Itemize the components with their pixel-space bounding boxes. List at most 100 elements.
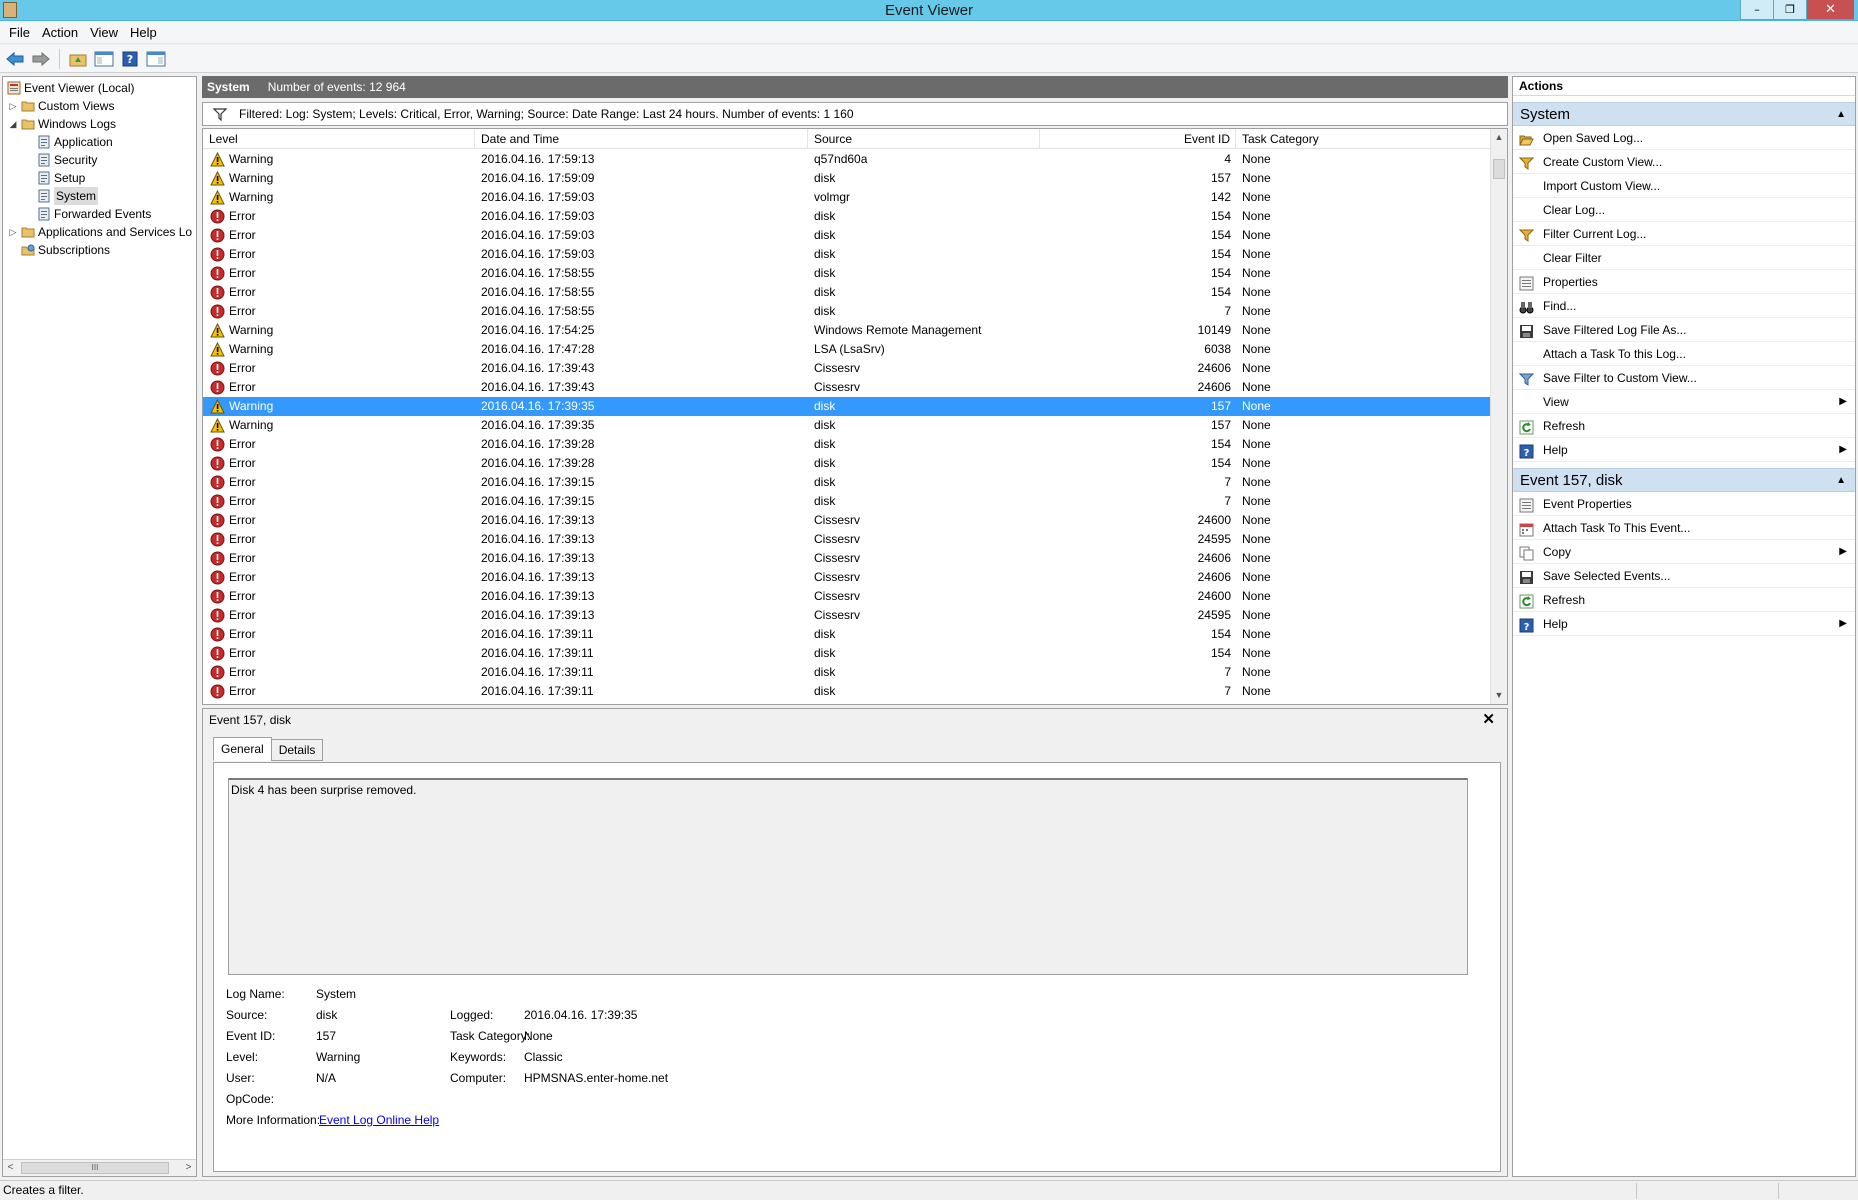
action-properties[interactable]: Properties — [1513, 270, 1855, 294]
event-row[interactable]: Warning 2016.04.16. 17:59:13 q57nd60a 4 None — [203, 150, 1491, 169]
expander-icon[interactable]: ▷ — [8, 223, 18, 241]
tree-item-system[interactable]: System — [3, 187, 196, 205]
event-row[interactable]: Error 2016.04.16. 17:39:13 Cissesrv 24595 No… — [203, 606, 1491, 625]
tree-item-security[interactable]: Security — [3, 151, 196, 169]
menu-action[interactable]: Action — [42, 25, 78, 40]
menu-view[interactable]: View — [90, 25, 118, 40]
event-row[interactable]: Error 2016.04.16. 17:39:11 disk 7 None — [203, 663, 1491, 682]
action-clear-log[interactable]: Clear Log... — [1513, 198, 1855, 222]
column-source[interactable]: Source — [808, 129, 1040, 149]
action-help[interactable]: ? Help ▶ — [1513, 612, 1855, 636]
logged-value[interactable]: 2016.04.16. 17:39:35 — [524, 1008, 637, 1022]
event-row[interactable]: Error 2016.04.16. 17:39:15 disk 7 None — [203, 492, 1491, 511]
menu-help[interactable]: Help — [130, 25, 157, 40]
action-refresh[interactable]: Refresh — [1513, 588, 1855, 612]
show-hide-tree-icon[interactable] — [93, 48, 115, 70]
tree-item-custom-views[interactable]: ▷ Custom Views — [3, 97, 196, 115]
detail-close-icon[interactable]: ✕ — [1482, 710, 1495, 728]
tree-item-subscriptions[interactable]: Subscriptions — [3, 241, 196, 259]
event-log-online-help-link[interactable]: Event Log Online Help — [319, 1113, 439, 1127]
computer-value[interactable]: HPMSNAS.enter-home.net — [524, 1071, 668, 1085]
action-save-filter-to-custom-view[interactable]: Save Filter to Custom View... — [1513, 366, 1855, 390]
task-category-value[interactable]: None — [524, 1029, 553, 1043]
action-group-header[interactable]: System ▲ — [1513, 102, 1855, 126]
event-row[interactable]: Error 2016.04.16. 17:59:03 disk 154 None — [203, 245, 1491, 264]
tree-horizontal-scrollbar[interactable]: < III > — [3, 1159, 196, 1176]
event-row[interactable]: Error 2016.04.16. 17:39:28 disk 154 None — [203, 435, 1491, 454]
event-row[interactable]: Warning 2016.04.16. 17:39:35 disk 157 None — [203, 397, 1491, 416]
scroll-left-arrow[interactable]: < — [3, 1160, 18, 1176]
event-row[interactable]: Error 2016.04.16. 17:39:15 disk 7 None — [203, 473, 1491, 492]
scroll-right-arrow[interactable]: > — [181, 1160, 196, 1176]
event-row[interactable]: Error 2016.04.16. 17:59:03 disk 154 None — [203, 207, 1491, 226]
event-row[interactable]: Warning 2016.04.16. 17:59:03 volmgr 142 None — [203, 188, 1491, 207]
event-row[interactable]: Error 2016.04.16. 17:39:11 disk 154 None — [203, 644, 1491, 663]
event-description[interactable]: Disk 4 has been surprise removed. — [228, 778, 1468, 975]
action-event-properties[interactable]: Event Properties — [1513, 492, 1855, 516]
up-folder-icon[interactable] — [67, 48, 89, 70]
column-event-id[interactable]: Event ID — [1040, 129, 1236, 149]
event-id-value[interactable]: 157 — [316, 1029, 336, 1043]
event-row[interactable]: Error 2016.04.16. 17:39:28 disk 154 None — [203, 454, 1491, 473]
event-row[interactable]: Warning 2016.04.16. 17:54:25 Windows Remot… — [203, 321, 1491, 340]
log-name-value[interactable]: System — [316, 987, 356, 1001]
event-row[interactable]: Warning 2016.04.16. 17:47:28 LSA (LsaSrv) 6… — [203, 340, 1491, 359]
minimize-button[interactable]: – — [1740, 0, 1773, 20]
action-group-header[interactable]: Event 157, disk ▲ — [1513, 468, 1855, 492]
event-row[interactable]: Warning 2016.04.16. 17:59:09 disk 157 None — [203, 169, 1491, 188]
tree-item-application[interactable]: Application — [3, 133, 196, 151]
column-level[interactable]: Level — [203, 129, 475, 149]
event-row[interactable]: Error 2016.04.16. 17:58:55 disk 154 None — [203, 283, 1491, 302]
tab-general[interactable]: General — [213, 737, 272, 761]
scroll-up-arrow[interactable]: ▲ — [1491, 129, 1507, 146]
tree-item-event-viewer-local[interactable]: Event Viewer (Local) — [3, 79, 196, 97]
action-find[interactable]: Find... — [1513, 294, 1855, 318]
keywords-value[interactable]: Classic — [524, 1050, 563, 1064]
event-row[interactable]: Error 2016.04.16. 17:39:43 Cissesrv 24606 No… — [203, 378, 1491, 397]
tab-details[interactable]: Details — [270, 739, 324, 761]
tree-item-setup[interactable]: Setup — [3, 169, 196, 187]
scroll-down-arrow[interactable]: ▼ — [1491, 687, 1507, 704]
close-button[interactable]: ✕ — [1806, 0, 1854, 20]
scroll-thumb[interactable]: III — [21, 1162, 169, 1174]
event-row[interactable]: Error 2016.04.16. 17:39:11 disk 7 None — [203, 682, 1491, 701]
event-row[interactable]: Error 2016.04.16. 17:39:13 Cissesrv 24595 No… — [203, 530, 1491, 549]
event-row[interactable]: Error 2016.04.16. 17:58:55 disk 154 None — [203, 264, 1491, 283]
menu-file[interactable]: File — [9, 25, 30, 40]
action-help[interactable]: ? Help ▶ — [1513, 438, 1855, 462]
show-hide-action-pane-icon[interactable] — [145, 48, 167, 70]
action-clear-filter[interactable]: Clear Filter — [1513, 246, 1855, 270]
action-open-saved-log[interactable]: Open Saved Log... — [1513, 126, 1855, 150]
back-arrow-icon[interactable] — [4, 48, 26, 70]
event-row[interactable]: Error 2016.04.16. 17:39:13 Cissesrv 24606 No… — [203, 568, 1491, 587]
action-save-selected-events[interactable]: Save Selected Events... — [1513, 564, 1855, 588]
event-row[interactable]: Error 2016.04.16. 17:39:11 disk 154 None — [203, 625, 1491, 644]
source-value[interactable]: disk — [316, 1008, 337, 1022]
action-create-custom-view[interactable]: Create Custom View... — [1513, 150, 1855, 174]
event-row[interactable]: Error 2016.04.16. 17:39:13 Cissesrv 24606 No… — [203, 549, 1491, 568]
column-task-category[interactable]: Task Category — [1236, 129, 1491, 149]
action-attach-a-task-to-this-log[interactable]: Attach a Task To this Log... — [1513, 342, 1855, 366]
event-row[interactable]: Error 2016.04.16. 17:39:43 Cissesrv 24606 No… — [203, 359, 1491, 378]
grid-scroll-thumb[interactable] — [1493, 159, 1505, 179]
event-row[interactable]: Error 2016.04.16. 17:39:13 Cissesrv 24600 No… — [203, 587, 1491, 606]
action-filter-current-log[interactable]: Filter Current Log... — [1513, 222, 1855, 246]
event-row[interactable]: Warning 2016.04.16. 17:39:35 disk 157 None — [203, 416, 1491, 435]
restore-button[interactable]: ❐ — [1773, 0, 1806, 20]
tree-item-applications-and-services-lo[interactable]: ▷ Applications and Services Lo — [3, 223, 196, 241]
user-value[interactable]: N/A — [316, 1071, 336, 1085]
level-value[interactable]: Warning — [316, 1050, 360, 1064]
action-copy[interactable]: Copy ▶ — [1513, 540, 1855, 564]
event-row[interactable]: Error 2016.04.16. 17:58:55 disk 7 None — [203, 302, 1491, 321]
column-date-time[interactable]: Date and Time — [475, 129, 808, 149]
action-refresh[interactable]: Refresh — [1513, 414, 1855, 438]
forward-arrow-icon[interactable] — [30, 48, 52, 70]
action-view[interactable]: View ▶ — [1513, 390, 1855, 414]
event-row[interactable]: Error 2016.04.16. 17:59:03 disk 154 None — [203, 226, 1491, 245]
action-attach-task-to-this-event[interactable]: Attach Task To This Event... — [1513, 516, 1855, 540]
help-icon[interactable]: ? — [119, 48, 141, 70]
tree-item-windows-logs[interactable]: ◢ Windows Logs — [3, 115, 196, 133]
event-row[interactable]: Error 2016.04.16. 17:39:13 Cissesrv 24600 No… — [203, 511, 1491, 530]
collapse-caret-icon[interactable]: ▲ — [1836, 469, 1846, 493]
collapse-caret-icon[interactable]: ▲ — [1836, 103, 1846, 127]
